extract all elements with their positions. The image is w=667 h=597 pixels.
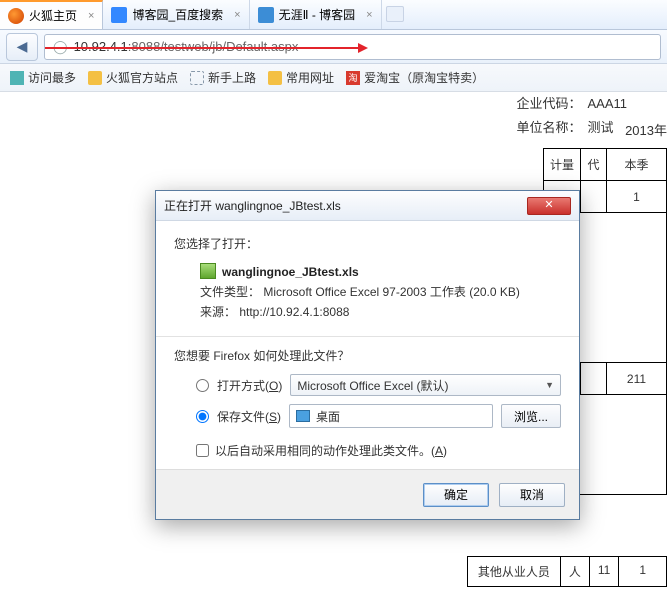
- close-icon[interactable]: ×: [88, 10, 94, 22]
- code-label: 企业代码：: [516, 92, 581, 116]
- browse-button[interactable]: 浏览...: [501, 404, 561, 428]
- ask-label: 您想要 Firefox 如何处理此文件？: [174, 347, 561, 364]
- tab-baidu-search[interactable]: 博客园_百度搜索 ×: [103, 0, 249, 29]
- bookmark-aitaobao[interactable]: 淘爱淘宝（原淘宝特卖）: [346, 69, 484, 86]
- save-file-option[interactable]: 保存文件(S) 桌面 浏览...: [196, 404, 561, 428]
- remember-checkbox[interactable]: [196, 444, 209, 457]
- close-icon[interactable]: ×: [366, 9, 372, 21]
- bookmark-common[interactable]: 常用网址: [268, 69, 334, 86]
- desktop-icon: [296, 410, 310, 422]
- tab-bar: 火狐主页 × 博客园_百度搜索 × 无涯Ⅱ - 博客园 ×: [0, 0, 667, 30]
- back-button[interactable]: ◀: [6, 33, 38, 61]
- open-with-value: Microsoft Office Excel (默认): [297, 377, 448, 394]
- bookmark-most-visited[interactable]: 访问最多: [10, 69, 76, 86]
- firefox-icon: [8, 8, 24, 24]
- baidu-icon: [111, 7, 127, 23]
- open-with-select[interactable]: Microsoft Office Excel (默认) ▼: [290, 374, 561, 396]
- close-icon[interactable]: ×: [234, 9, 240, 21]
- download-dialog: 正在打开 wanglingnoe_JBtest.xls ✕ 您选择了打开： wa…: [155, 190, 580, 520]
- address-input[interactable]: ◯ 10.92.4.1:8088/testweb/jb/Default.aspx: [44, 34, 661, 60]
- chevron-down-icon: ▼: [545, 380, 554, 390]
- save-radio[interactable]: [196, 410, 209, 423]
- url-bar: ◀ ◯ 10.92.4.1:8088/testweb/jb/Default.as…: [0, 30, 667, 64]
- folder-icon: [268, 71, 282, 85]
- folder-icon: [88, 71, 102, 85]
- bm-label: 访问最多: [28, 69, 76, 86]
- tab-cnblogs[interactable]: 无涯Ⅱ - 博客园 ×: [250, 0, 382, 29]
- year-label: 2013年: [625, 120, 667, 139]
- title-prefix: 正在打开: [164, 199, 215, 213]
- th: 本季: [607, 149, 667, 181]
- type-value: Microsoft Office Excel 97-2003 工作表 (20.0…: [263, 285, 520, 299]
- remember-option[interactable]: 以后自动采用相同的动作处理此类文件。(A): [196, 442, 561, 459]
- divider: [156, 336, 579, 337]
- tab-label: 无涯Ⅱ - 博客园: [279, 6, 356, 23]
- open-radio[interactable]: [196, 379, 209, 392]
- cell: 11: [590, 557, 619, 586]
- bm-label: 常用网址: [286, 69, 334, 86]
- filename: wanglingnoe_JBtest.xls: [222, 265, 359, 279]
- cnblogs-icon: [258, 7, 274, 23]
- code-value: AAA11: [587, 92, 627, 116]
- cancel-button[interactable]: 取消: [499, 483, 565, 507]
- tab-label: 博客园_百度搜索: [132, 6, 223, 23]
- annotation-arrow: [45, 47, 365, 49]
- page-icon: [190, 71, 204, 85]
- dialog-titlebar[interactable]: 正在打开 wanglingnoe_JBtest.xls ✕: [156, 191, 579, 221]
- cell: 1: [607, 181, 667, 213]
- save-location: 桌面: [289, 404, 493, 428]
- name-label: 单位名称：: [516, 116, 581, 140]
- cell: 1: [619, 557, 666, 586]
- new-tab-button[interactable]: [386, 6, 404, 22]
- row-label: 其他从业人员: [468, 557, 561, 586]
- source-value: http://10.92.4.1:8088: [239, 305, 349, 319]
- type-label: 文件类型：: [200, 285, 263, 299]
- cell: 人: [561, 557, 590, 586]
- close-icon: ✕: [544, 199, 553, 211]
- dialog-footer: 确定 取消: [156, 469, 579, 519]
- ok-button[interactable]: 确定: [423, 483, 489, 507]
- cell: 211: [607, 363, 667, 395]
- company-meta: 企业代码：AAA11 单位名称：测试: [516, 92, 627, 140]
- save-label: 保存文件(S): [217, 408, 281, 425]
- tao-icon: 淘: [346, 71, 360, 85]
- th: 代: [581, 149, 607, 181]
- chose-label: 您选择了打开：: [174, 235, 561, 252]
- tab-label: 火狐主页: [29, 7, 77, 24]
- bm-label: 新手上路: [208, 69, 256, 86]
- title-filename: wanglingnoe_JBtest.xls: [215, 199, 340, 213]
- open-with-option[interactable]: 打开方式(O) Microsoft Office Excel (默认) ▼: [196, 374, 561, 396]
- bookmark-firefox-site[interactable]: 火狐官方站点: [88, 69, 178, 86]
- th: 计量: [543, 149, 580, 181]
- source-label: 来源：: [200, 305, 239, 319]
- save-location-value: 桌面: [316, 408, 340, 425]
- bm-label: 火狐官方站点: [106, 69, 178, 86]
- remember-label: 以后自动采用相同的动作处理此类文件。(A): [215, 442, 447, 459]
- file-info: wanglingnoe_JBtest.xls 文件类型： Microsoft O…: [200, 262, 561, 322]
- grid-icon: [10, 71, 24, 85]
- dialog-body: 您选择了打开： wanglingnoe_JBtest.xls 文件类型： Mic…: [156, 221, 579, 469]
- name-value: 测试: [587, 116, 613, 140]
- bm-label: 爱淘宝（原淘宝特卖）: [364, 69, 484, 86]
- close-button[interactable]: ✕: [527, 197, 571, 215]
- bookmark-newbie[interactable]: 新手上路: [190, 69, 256, 86]
- bookmarks-bar: 访问最多 火狐官方站点 新手上路 常用网址 淘爱淘宝（原淘宝特卖）: [0, 64, 667, 92]
- open-label: 打开方式(O): [217, 377, 282, 394]
- excel-icon: [200, 263, 216, 279]
- tab-firefox-home[interactable]: 火狐主页 ×: [0, 0, 103, 29]
